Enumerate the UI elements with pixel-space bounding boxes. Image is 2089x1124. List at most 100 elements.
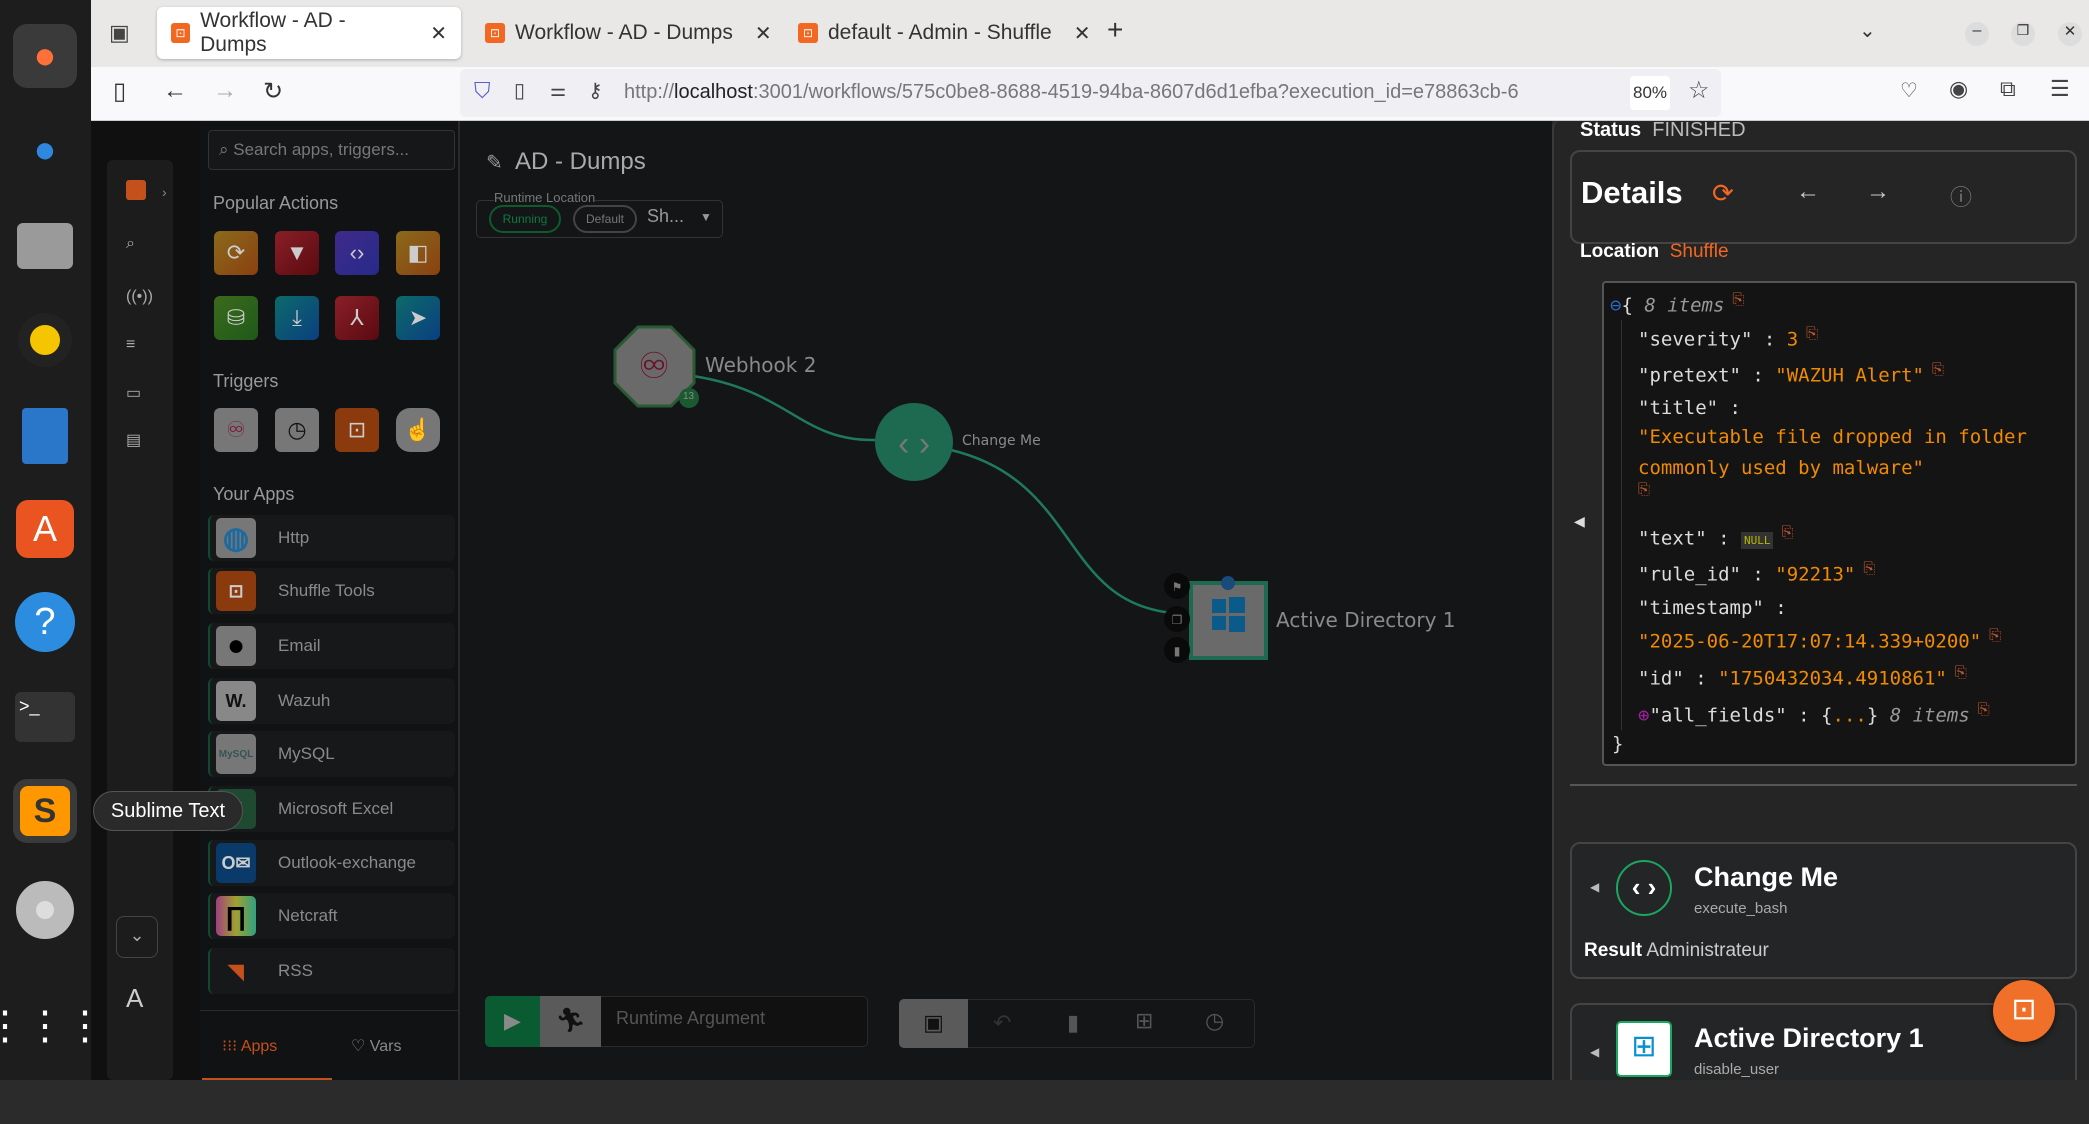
- save-button[interactable]: ▣: [899, 999, 968, 1048]
- shuffle-trigger-icon[interactable]: ⊡: [335, 408, 379, 452]
- copy-icon[interactable]: ⎘: [1978, 700, 1990, 718]
- add-comment-icon[interactable]: ⊞: [1135, 1008, 1153, 1034]
- close-tab-icon[interactable]: ✕: [755, 21, 772, 46]
- filter-action-icon[interactable]: ▼: [275, 231, 319, 275]
- expand-result-icon[interactable]: ◀: [1590, 880, 1599, 894]
- webhook-trigger-icon[interactable]: ♾: [214, 408, 258, 452]
- tab-apps[interactable]: ⁝⁝⁝ Apps: [222, 1036, 277, 1056]
- thunderbird-icon[interactable]: ●: [13, 118, 77, 182]
- tab-workflow-2[interactable]: ⊡ Workflow - AD - Dumps ✕: [471, 7, 786, 59]
- tab-overview-icon[interactable]: ▣: [109, 20, 130, 46]
- active-directory-node[interactable]: [1189, 581, 1268, 660]
- key-icon[interactable]: ⚷: [588, 78, 603, 103]
- terminal-icon[interactable]: >_: [13, 685, 77, 749]
- pocket-icon[interactable]: ♡: [1900, 78, 1918, 103]
- undo-icon[interactable]: ↶: [993, 1010, 1011, 1036]
- copy-icon[interactable]: ⎘: [1989, 626, 2001, 644]
- runtime-argument-input[interactable]: Runtime Argument: [616, 1008, 765, 1029]
- collapse-json-icon[interactable]: ◀: [1574, 513, 1585, 530]
- app-item-mysql[interactable]: MySQL MySQL: [208, 731, 455, 777]
- files-icon[interactable]: [13, 214, 77, 278]
- rhythmbox-icon[interactable]: [13, 308, 77, 372]
- copy-icon[interactable]: ⎘: [1781, 523, 1793, 541]
- forward-icon[interactable]: →: [213, 77, 237, 105]
- sublime-text-icon[interactable]: S: [13, 779, 77, 843]
- app-item-excel[interactable]: XMicrosoft Excel: [208, 786, 455, 832]
- avatar[interactable]: A: [126, 983, 143, 1014]
- tab-workflow-1[interactable]: ⊡ Workflow - AD - Dumps ✕: [157, 7, 461, 59]
- app-item-email[interactable]: ● Email: [208, 623, 455, 669]
- code-action-icon[interactable]: ‹›: [335, 231, 379, 275]
- close-window-icon[interactable]: ✕: [2058, 22, 2082, 46]
- app-item-shuffle-tools[interactable]: ⊡ Shuffle Tools: [208, 568, 455, 614]
- nav-dropdown-icon[interactable]: ⌄: [116, 916, 158, 958]
- url-text[interactable]: http://localhost:3001/workflows/575c0be8…: [624, 81, 1614, 104]
- docs-nav-icon[interactable]: ▭: [126, 383, 141, 403]
- previous-execution-icon[interactable]: ←: [1796, 178, 1820, 206]
- menu-icon[interactable]: ☰: [2050, 76, 2070, 102]
- send-action-icon[interactable]: ➤: [396, 296, 440, 340]
- expand-icon[interactable]: ⊕: [1638, 704, 1649, 726]
- next-execution-icon[interactable]: →: [1866, 178, 1890, 206]
- user-input-trigger-icon[interactable]: ☝: [396, 408, 440, 452]
- copy-icon[interactable]: ⎘: [1732, 290, 1744, 308]
- search-input[interactable]: ⌕ Search apps, triggers...: [208, 130, 455, 170]
- back-icon[interactable]: ←: [163, 77, 187, 105]
- close-tab-icon[interactable]: ✕: [430, 21, 447, 46]
- download-action-icon[interactable]: ⤓: [275, 296, 319, 340]
- admin-nav-icon[interactable]: ▤: [126, 430, 141, 450]
- expand-result-icon[interactable]: ◀: [1590, 1045, 1599, 1059]
- app-item-wazuh[interactable]: W. Wazuh: [208, 678, 455, 724]
- compare-action-icon[interactable]: ◧: [396, 231, 440, 275]
- shuffle-help-button[interactable]: ⊡: [1993, 980, 2055, 1042]
- dvd-icon[interactable]: [13, 878, 77, 942]
- collapse-root-icon[interactable]: ⊖: [1610, 294, 1621, 316]
- new-tab-icon[interactable]: +: [1107, 14, 1123, 46]
- copy-icon[interactable]: ⎘: [1955, 663, 1967, 681]
- refresh-icon[interactable]: ⟳: [1712, 178, 1734, 209]
- info-icon[interactable]: ⓘ: [1950, 180, 1972, 212]
- tab-list-chevron-icon[interactable]: ⌄: [1859, 18, 1876, 43]
- restore-icon[interactable]: ❐: [2011, 22, 2035, 46]
- extensions-icon[interactable]: ⧉: [2000, 76, 2016, 102]
- close-tab-icon[interactable]: ✕: [1074, 21, 1091, 46]
- copy-icon[interactable]: ⎘: [1638, 480, 1650, 498]
- search-nav-icon[interactable]: ⌕: [126, 235, 135, 253]
- history-icon[interactable]: ◷: [1205, 1008, 1224, 1034]
- shuffle-logo-icon[interactable]: [126, 180, 146, 200]
- delete-selected-icon[interactable]: ▮: [1067, 1010, 1079, 1036]
- list-nav-icon[interactable]: ≡: [126, 336, 135, 354]
- schedule-trigger-icon[interactable]: ◷: [275, 408, 319, 452]
- minimize-icon[interactable]: –: [1965, 22, 1989, 46]
- json-row-all-fields[interactable]: ⊕"all_fields" : {...} 8 items ⎘: [1638, 700, 1990, 726]
- apps-nav-icon[interactable]: ((•)): [126, 288, 153, 306]
- help-icon[interactable]: ?: [13, 590, 77, 654]
- copy-icon[interactable]: ⎘: [1863, 559, 1875, 577]
- account-icon[interactable]: ◉: [1949, 76, 1968, 102]
- merge-action-icon[interactable]: ⅄: [335, 296, 379, 340]
- reload-icon[interactable]: ↻: [263, 77, 283, 106]
- app-item-http[interactable]: ◍ Http: [208, 515, 455, 561]
- datastore-action-icon[interactable]: ⛁: [214, 296, 258, 340]
- firefox-icon[interactable]: ●: [13, 24, 77, 88]
- show-apps-icon[interactable]: ⋮⋮⋮: [0, 994, 105, 1058]
- bookmark-star-icon[interactable]: ☆: [1688, 76, 1710, 105]
- run-button[interactable]: ▶: [485, 996, 540, 1047]
- app-item-rss[interactable]: ◥ RSS: [208, 948, 455, 994]
- sidebar-toggle-icon[interactable]: ▯: [113, 77, 126, 106]
- shield-icon[interactable]: ⛉: [474, 78, 491, 104]
- page-icon[interactable]: ▯: [514, 78, 525, 103]
- zoom-level[interactable]: 80%: [1630, 76, 1670, 110]
- test-run-button[interactable]: 🏃︎: [540, 996, 601, 1047]
- expand-nav-icon[interactable]: ›: [162, 184, 167, 200]
- copy-icon[interactable]: ⎘: [1806, 324, 1818, 342]
- app-item-netcraft[interactable]: ∏ Netcraft: [208, 893, 455, 939]
- tab-admin[interactable]: ⊡ default - Admin - Shuffle ✕: [784, 7, 1105, 59]
- app-item-outlook[interactable]: O✉ Outlook-exchange: [208, 840, 455, 886]
- result-card-change-me[interactable]: ◀ ‹ › Change Me execute_bash Result Admi…: [1570, 842, 2077, 979]
- copy-icon[interactable]: ⎘: [1932, 360, 1944, 378]
- tab-vars[interactable]: ♡ Vars: [351, 1036, 402, 1056]
- writer-icon[interactable]: [13, 404, 77, 468]
- repeat-action-icon[interactable]: ⟳: [214, 231, 258, 275]
- permissions-icon[interactable]: ⚌: [550, 80, 566, 101]
